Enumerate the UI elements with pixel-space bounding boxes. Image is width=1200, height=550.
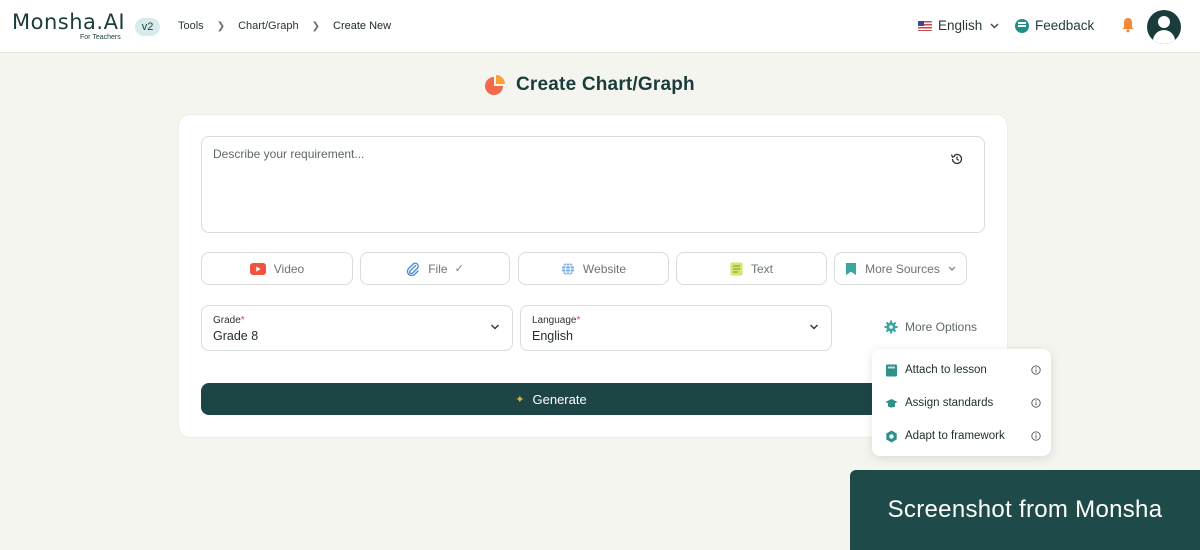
menu-adapt-to-framework[interactable]: Adapt to framework <box>885 426 1041 446</box>
logo-text: Monsha.AI <box>12 10 126 34</box>
more-options-menu: Attach to lesson Assign standards Adapt … <box>872 349 1051 456</box>
source-website-button[interactable]: Website <box>518 252 669 285</box>
breadcrumb-create-new: Create New <box>333 20 392 32</box>
menu-framework-label: Adapt to framework <box>905 430 1005 442</box>
language-select[interactable]: Language* English <box>520 305 832 351</box>
chevron-down-icon <box>948 266 956 271</box>
chevron-right-icon: ❯ <box>311 20 320 32</box>
book-icon <box>886 364 897 376</box>
check-icon: ✓ <box>454 263 464 275</box>
generate-button[interactable]: ✦ Generate <box>201 383 901 415</box>
graduation-cap-icon <box>885 398 898 407</box>
page-title-row: Create Chart/Graph <box>484 74 695 96</box>
source-file-label: File <box>428 261 448 276</box>
language-select-label: Language* <box>532 315 581 326</box>
generate-label: Generate <box>532 391 587 407</box>
logo-subtitle: For Teachers <box>80 34 121 41</box>
top-header: Monsha.AI For Teachers v2 Tools ❯ Chart/… <box>0 0 1200 53</box>
menu-standards-label: Assign standards <box>905 397 994 409</box>
chevron-down-icon <box>990 23 999 28</box>
screenshot-watermark: Screenshot from Monsha <box>850 470 1200 550</box>
source-video-button[interactable]: Video <box>201 252 353 285</box>
more-sources-label: More Sources <box>865 261 940 276</box>
info-icon[interactable] <box>1031 431 1041 441</box>
chevron-right-icon: ❯ <box>216 20 226 32</box>
grade-select[interactable]: Grade* Grade 8 <box>201 305 513 351</box>
info-icon[interactable] <box>1031 398 1041 408</box>
version-badge: v2 <box>135 18 160 36</box>
us-flag-icon <box>918 20 932 31</box>
framework-icon <box>886 430 897 442</box>
source-text-label: Text <box>750 261 773 276</box>
menu-attach-to-lesson[interactable]: Attach to lesson <box>885 360 1041 380</box>
source-video-label: Video <box>273 261 305 276</box>
feedback-button[interactable]: Feedback <box>1015 18 1094 33</box>
chevron-down-icon <box>810 324 818 330</box>
source-text-button[interactable]: Text <box>676 252 827 285</box>
more-options-label: More Options <box>905 320 978 334</box>
requirement-textarea-wrapper <box>201 136 985 233</box>
pie-chart-icon <box>485 75 505 95</box>
sparkle-icon: ✦ <box>515 393 525 406</box>
user-avatar[interactable] <box>1147 10 1181 44</box>
history-icon[interactable] <box>950 152 964 166</box>
page-title: Create Chart/Graph <box>516 74 695 95</box>
youtube-icon <box>249 262 266 275</box>
gear-icon <box>884 320 898 334</box>
language-label: English <box>938 18 983 33</box>
bell-icon[interactable] <box>1121 17 1135 33</box>
menu-attach-label: Attach to lesson <box>905 364 987 376</box>
logo[interactable]: Monsha.AI For Teachers <box>12 10 126 41</box>
breadcrumb-chart-graph[interactable]: Chart/Graph <box>238 20 299 32</box>
chat-bubble-icon <box>1015 18 1029 33</box>
source-file-button[interactable]: File ✓ <box>360 252 510 285</box>
text-document-icon <box>730 262 743 276</box>
paperclip-icon <box>406 262 420 276</box>
language-selector[interactable]: English <box>918 18 999 33</box>
language-select-value: English <box>532 329 573 343</box>
feedback-label: Feedback <box>1035 18 1095 33</box>
breadcrumb-tools[interactable]: Tools <box>178 20 204 32</box>
globe-icon <box>561 262 575 276</box>
requirement-input[interactable] <box>202 137 984 232</box>
more-sources-button[interactable]: More Sources <box>834 252 967 285</box>
info-icon[interactable] <box>1031 365 1041 375</box>
source-website-label: Website <box>582 261 627 276</box>
grade-value: Grade 8 <box>213 329 259 343</box>
breadcrumb: Tools ❯ Chart/Graph ❯ Create New <box>178 20 391 32</box>
bookmark-icon <box>845 262 857 276</box>
more-options-button[interactable]: More Options <box>884 320 977 334</box>
menu-assign-standards[interactable]: Assign standards <box>885 393 1041 413</box>
chevron-down-icon <box>491 324 499 330</box>
grade-label: Grade* <box>213 315 245 326</box>
